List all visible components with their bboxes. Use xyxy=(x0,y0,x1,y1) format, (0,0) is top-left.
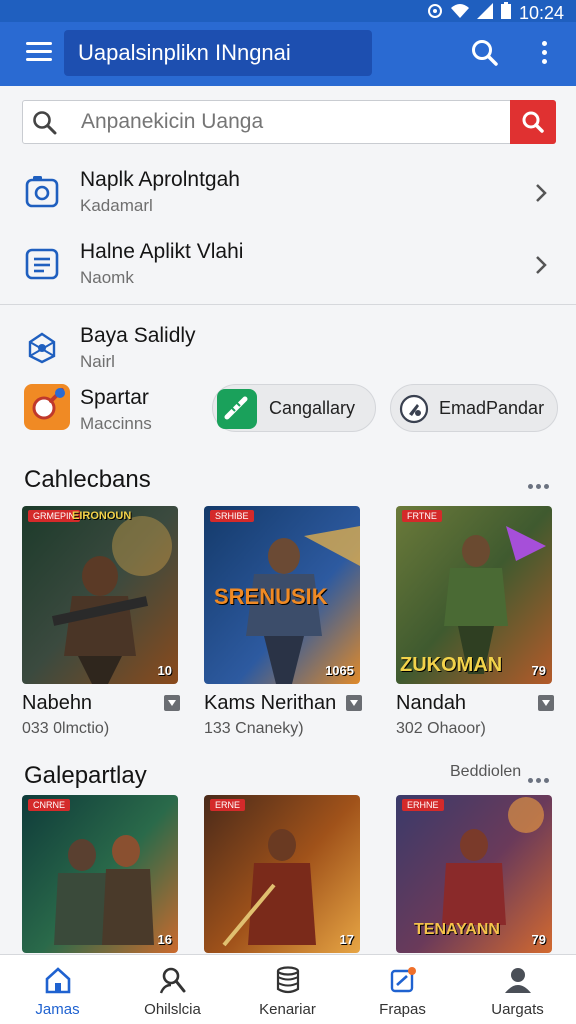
nav-label: Frapas xyxy=(379,1001,426,1018)
nav-label: Kenariar xyxy=(259,1001,316,1018)
wifi-icon xyxy=(450,3,469,24)
category-pill[interactable]: Cangallary xyxy=(212,384,376,432)
app-title: Uapalsinplikn INngnai xyxy=(64,30,372,76)
card-rating: 79 xyxy=(531,663,546,678)
game-thumbnail: SRHIBE SRENUSIK 1065 xyxy=(204,506,360,684)
pill-label: Cangallary xyxy=(269,398,356,418)
more-vert-icon[interactable] xyxy=(534,38,554,68)
game-thumbnail: ERHNE TENAYANN 79 xyxy=(396,795,552,953)
list-item-title: Naplk Aprolntgah xyxy=(80,168,240,191)
location-icon xyxy=(427,3,443,24)
nav-label: Ohilslcia xyxy=(144,1001,201,1018)
home-icon xyxy=(43,965,73,995)
list-item-subtitle: Kadamarl xyxy=(80,196,153,215)
dropdown-icon[interactable] xyxy=(164,695,180,711)
list-item[interactable]: Baya Salidly Nairl xyxy=(0,316,576,386)
list-item-subtitle: Maccinns xyxy=(80,414,152,433)
battery-icon xyxy=(500,2,511,24)
signal-icon xyxy=(476,2,493,24)
card-rating: 79 xyxy=(531,932,546,947)
category-pill[interactable]: EmadPandar xyxy=(390,384,558,432)
card-subtitle: 033 0lmctio) xyxy=(22,720,110,737)
dropdown-icon[interactable] xyxy=(346,695,362,711)
nav-item-search[interactable]: Ohilslcia xyxy=(115,955,230,1024)
game-card[interactable]: ERNE 17 xyxy=(204,795,360,953)
document-icon xyxy=(24,246,60,282)
list-item-title: Spartar xyxy=(80,386,149,409)
card-badge: SRHIBE xyxy=(210,510,254,522)
section-title: Cahlecbans xyxy=(24,466,151,493)
card-rating: 10 xyxy=(157,663,172,678)
pill-label: EmadPandar xyxy=(439,398,545,418)
chevron-right-icon xyxy=(534,254,548,276)
account-icon xyxy=(503,965,533,995)
tools-icon xyxy=(399,394,429,429)
search-bar xyxy=(22,100,556,144)
game-thumbnail: GRMEPIN EIRONOUN 10 xyxy=(22,506,178,684)
section-title: Galepartlay xyxy=(24,762,147,789)
search-icon xyxy=(31,109,59,137)
list-item-subtitle: Naomk xyxy=(80,268,134,287)
card-subtitle: 302 Ohaoor) xyxy=(396,720,486,737)
list-item[interactable]: Spartar Maccinns xyxy=(0,378,200,448)
section-link[interactable]: Beddiolen xyxy=(450,763,521,781)
card-banner: EIRONOUN xyxy=(72,510,132,522)
game-thumbnail: ERNE 17 xyxy=(204,795,360,953)
app-search-icon xyxy=(24,384,70,430)
section-divider xyxy=(0,304,576,305)
game-card[interactable]: GRMEPIN EIRONOUN 10 Nabehn 033 0lmctio) xyxy=(22,506,180,746)
search-icon[interactable] xyxy=(470,38,500,68)
search-input[interactable] xyxy=(81,105,501,139)
status-bar: 10:24 xyxy=(0,0,576,24)
card-subtitle: 133 Cnaneky) xyxy=(204,720,304,737)
person-search-icon xyxy=(158,965,188,995)
status-time: 10:24 xyxy=(518,2,564,23)
game-card[interactable]: SRHIBE SRENUSIK 1065 Kams Nerithan 133 C… xyxy=(204,506,362,746)
card-badge: CNRNE xyxy=(28,799,71,811)
search-submit-button[interactable] xyxy=(510,100,556,144)
card-rating: 17 xyxy=(339,932,354,947)
bottom-navigation: Jamas Ohilslcia Kenariar Frapas Uargats xyxy=(0,954,576,1024)
camera-icon xyxy=(24,174,60,210)
list-item-title: Baya Salidly xyxy=(80,324,196,347)
nav-item-home[interactable]: Jamas xyxy=(0,955,115,1024)
card-banner: TENAYANN xyxy=(414,921,500,938)
menu-icon[interactable] xyxy=(26,42,52,66)
card-badge: FRTNE xyxy=(402,510,442,522)
more-horiz-icon[interactable] xyxy=(528,770,554,783)
nav-item-notifications[interactable]: Frapas xyxy=(345,955,460,1024)
nav-item-library[interactable]: Kenariar xyxy=(230,955,345,1024)
list-item-subtitle: Nairl xyxy=(80,352,115,371)
notification-icon xyxy=(388,965,418,995)
card-title: Nabehn xyxy=(22,692,93,714)
database-icon xyxy=(273,965,303,995)
network-icon xyxy=(24,330,60,366)
list-item-title: Halne Aplikt Vlahi xyxy=(80,240,244,263)
card-badge: ERHNE xyxy=(402,799,444,811)
card-title: Kams Nerithan xyxy=(204,692,337,714)
card-badge: ERNE xyxy=(210,799,246,811)
card-title: Nandah xyxy=(396,692,467,714)
nav-label: Jamas xyxy=(35,1001,80,1018)
card-banner: SRENUSIK xyxy=(214,584,328,609)
more-horiz-icon[interactable] xyxy=(528,476,554,489)
chevron-right-icon xyxy=(534,182,548,204)
card-rating: 1065 xyxy=(325,663,354,678)
card-rating: 16 xyxy=(157,932,172,947)
app-bar: Uapalsinplikn INngnai xyxy=(0,22,576,86)
ruler-icon xyxy=(217,389,257,434)
list-item[interactable]: Halne Aplikt Vlahi Naomk xyxy=(0,232,576,302)
card-banner: ZUKOMAN xyxy=(400,654,503,676)
game-card[interactable]: FRTNE ZUKOMAN 79 Nandah 302 Ohaoor) xyxy=(396,506,554,746)
game-thumbnail: FRTNE ZUKOMAN 79 xyxy=(396,506,552,684)
nav-label: Uargats xyxy=(491,1001,544,1018)
game-card[interactable]: CNRNE 16 xyxy=(22,795,178,953)
list-item[interactable]: Naplk Aprolntgah Kadamarl xyxy=(0,160,576,230)
nav-item-account[interactable]: Uargats xyxy=(460,955,575,1024)
dropdown-icon[interactable] xyxy=(538,695,554,711)
game-card[interactable]: ERHNE TENAYANN 79 xyxy=(396,795,552,953)
game-thumbnail: CNRNE 16 xyxy=(22,795,178,953)
